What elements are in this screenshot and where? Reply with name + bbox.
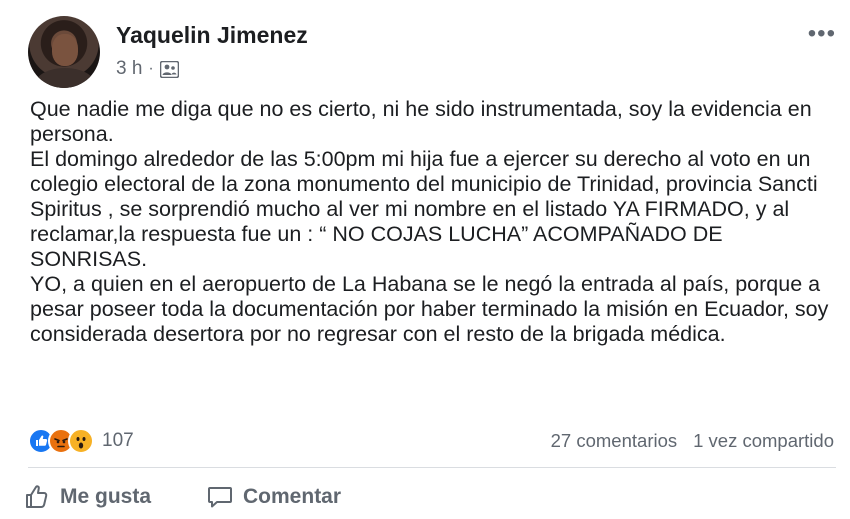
shares-count-link[interactable]: 1 vez compartido [693, 430, 834, 452]
reaction-count: 107 [102, 430, 134, 451]
more-options-button[interactable]: ••• [808, 22, 836, 46]
post-paragraph: YO, a quien en el aeropuerto de La Haban… [30, 272, 829, 346]
post-actions: Me gusta Comentar [24, 484, 341, 510]
post-text: Que nadie me diga que no es cierto, ni h… [30, 97, 835, 347]
wow-reaction-icon [68, 428, 94, 454]
thumbs-up-icon [26, 485, 48, 508]
post-stats: 27 comentarios 1 vez compartido [551, 430, 834, 452]
comment-button-label: Comentar [243, 485, 342, 508]
post-meta: 3 h · [116, 58, 179, 80]
reactions-summary[interactable]: 107 [28, 428, 134, 454]
reactions-bar: 107 27 comentarios 1 vez compartido [28, 428, 834, 454]
comments-count-link[interactable]: 27 comentarios [551, 430, 677, 452]
post-paragraph: Que nadie me diga que no es cierto, ni h… [30, 97, 812, 146]
actions-divider [28, 467, 836, 468]
avatar-shoulders [36, 68, 94, 88]
post-time[interactable]: 3 h [116, 58, 142, 80]
like-button-label: Me gusta [60, 485, 152, 508]
author-name[interactable]: Yaquelin Jimenez [116, 22, 308, 49]
author-avatar[interactable] [28, 16, 100, 88]
comment-icon [208, 487, 233, 508]
comment-button[interactable]: Comentar [207, 484, 341, 510]
friends-audience-icon[interactable] [159, 60, 179, 78]
like-button[interactable]: Me gusta [24, 484, 151, 510]
reaction-icons [28, 428, 94, 454]
post-paragraph: El domingo alrededor de las 5:00pm mi hi… [30, 147, 818, 271]
avatar-face [52, 34, 78, 66]
meta-separator: · [148, 60, 154, 77]
